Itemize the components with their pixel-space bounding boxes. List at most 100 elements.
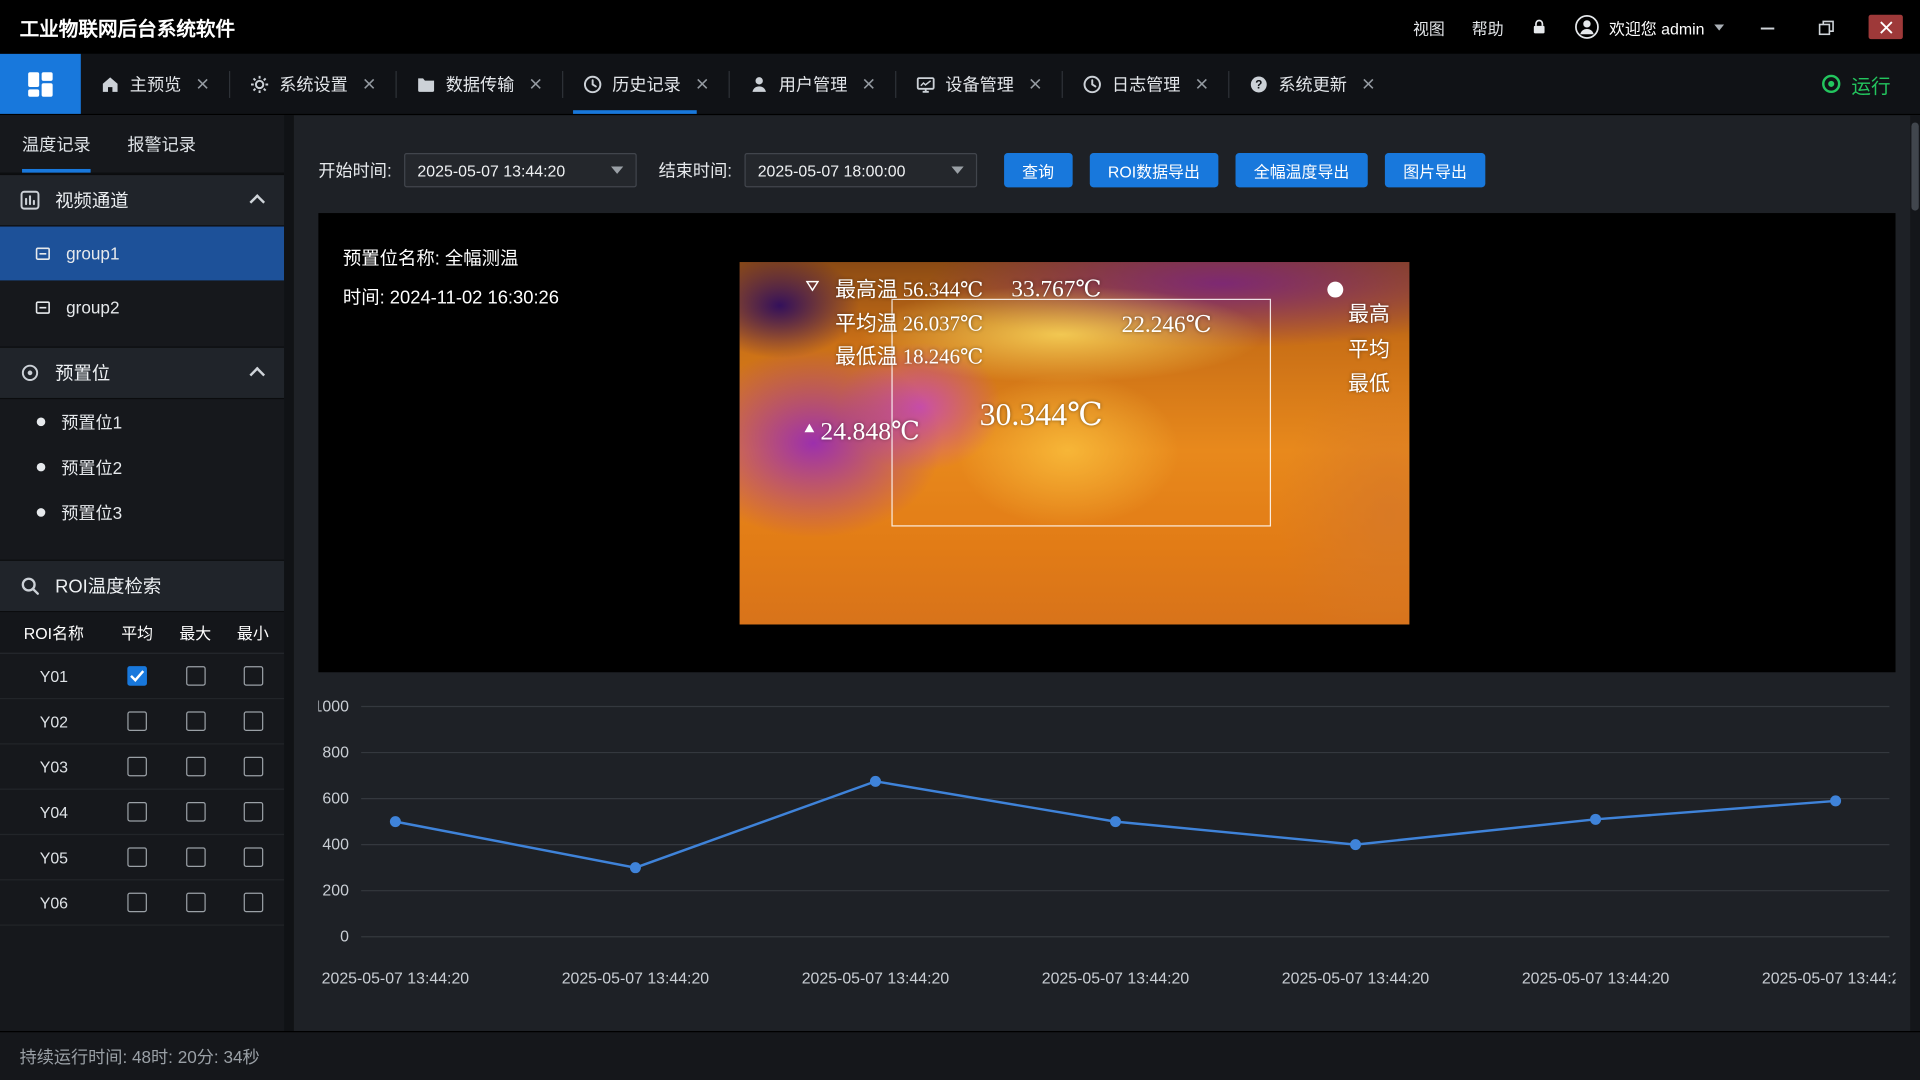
tab-close-icon[interactable] xyxy=(862,77,875,90)
scrollbar-thumb[interactable] xyxy=(1911,122,1918,210)
roi-max-checkbox[interactable] xyxy=(186,847,206,867)
roi-min-checkbox[interactable] xyxy=(243,893,263,913)
preset-item-2[interactable]: 预置位2 xyxy=(0,444,284,489)
menu-view[interactable]: 视图 xyxy=(1413,15,1445,38)
tab-list: 主预览 系统设置 数据传输 xyxy=(81,54,1395,114)
monitor-icon xyxy=(916,74,936,94)
statusbar: 持续运行时间: 48时: 20分: 34秒 xyxy=(0,1031,1920,1080)
restore-button[interactable] xyxy=(1810,15,1842,39)
roi-avg-checkbox[interactable] xyxy=(127,711,147,731)
query-toolbar: 开始时间: 2025-05-07 13:44:20 结束时间: 2025-05-… xyxy=(318,152,1895,189)
chevron-up-icon[interactable] xyxy=(249,194,265,210)
sidebar-tab-label: 温度记录 xyxy=(22,132,91,156)
run-status: 运行 xyxy=(1822,54,1920,114)
section-title: ROI温度检索 xyxy=(55,573,161,599)
tab-main-preview[interactable]: 主预览 xyxy=(81,54,229,114)
roi-avg-checkbox[interactable] xyxy=(127,893,147,913)
main-tabbar: 主预览 系统设置 数据传输 xyxy=(0,54,1920,115)
overlay-left-temp: 24.848℃ xyxy=(820,416,919,447)
tab-close-icon[interactable] xyxy=(1362,77,1375,90)
clock-icon xyxy=(1082,74,1102,94)
section-title: 预置位 xyxy=(55,360,110,386)
roi-min-checkbox[interactable] xyxy=(243,711,263,731)
tab-close-icon[interactable] xyxy=(362,77,375,90)
app-window: 工业物联网后台系统软件 视图 帮助 欢迎您 admin xyxy=(0,0,1920,1080)
svg-text:2025-05-07 13:44:20: 2025-05-07 13:44:20 xyxy=(1282,970,1430,987)
preset-item-3[interactable]: 预置位3 xyxy=(0,490,284,535)
tab-device-management[interactable]: 设备管理 xyxy=(896,54,1061,114)
svg-text:2025-05-07 13:44:20: 2025-05-07 13:44:20 xyxy=(1042,970,1190,987)
group-item-2[interactable]: group2 xyxy=(0,280,284,334)
section-roi-search[interactable]: ROI温度检索 xyxy=(0,560,284,613)
tab-close-icon[interactable] xyxy=(196,77,209,90)
query-button[interactable]: 查询 xyxy=(1004,153,1073,187)
roi-min-checkbox[interactable] xyxy=(243,757,263,777)
sidebar: 温度记录 报警记录 视频通道 group1 group2 xyxy=(0,115,284,1031)
titlebar: 工业物联网后台系统软件 视图 帮助 欢迎您 admin xyxy=(0,0,1920,54)
tab-data-transfer[interactable]: 数据传输 xyxy=(397,54,562,114)
table-row: Y02 xyxy=(0,699,284,744)
roi-max-checkbox[interactable] xyxy=(186,711,206,731)
minimize-button[interactable] xyxy=(1751,15,1783,39)
roi-min-checkbox[interactable] xyxy=(243,802,263,822)
image-export-button[interactable]: 图片导出 xyxy=(1385,153,1485,187)
grid-icon xyxy=(27,70,54,97)
tab-label: 历史记录 xyxy=(612,72,681,96)
uptime-label: 持续运行时间: 48时: 20分: 34秒 xyxy=(20,1044,260,1068)
roi-avg-checkbox[interactable] xyxy=(127,802,147,822)
app-logo[interactable] xyxy=(0,54,81,114)
full-temp-export-button[interactable]: 全幅温度导出 xyxy=(1235,153,1367,187)
tab-history[interactable]: 历史记录 xyxy=(563,54,728,114)
end-time-select[interactable]: 2025-05-07 18:00:00 xyxy=(744,153,977,187)
chevron-up-icon[interactable] xyxy=(249,367,265,383)
start-time-value: 2025-05-07 13:44:20 xyxy=(417,161,565,179)
roi-max-checkbox[interactable] xyxy=(186,893,206,913)
roi-min-checkbox[interactable] xyxy=(243,847,263,867)
tab-close-icon[interactable] xyxy=(1195,77,1208,90)
lock-icon[interactable] xyxy=(1531,17,1548,37)
start-time-select[interactable]: 2025-05-07 13:44:20 xyxy=(404,153,637,187)
svg-text:400: 400 xyxy=(322,837,349,854)
preset-item-1[interactable]: 预置位1 xyxy=(0,399,284,444)
question-circle-icon: ? xyxy=(1249,74,1269,94)
tab-log-management[interactable]: 日志管理 xyxy=(1063,54,1228,114)
folder-icon xyxy=(416,74,436,94)
tab-system-update[interactable]: ? 系统更新 xyxy=(1229,54,1394,114)
bar-chart-icon xyxy=(20,190,41,211)
section-preset[interactable]: 预置位 xyxy=(0,347,284,400)
menu-help[interactable]: 帮助 xyxy=(1472,15,1504,38)
start-time-label: 开始时间: xyxy=(318,158,391,182)
end-time-value: 2025-05-07 18:00:00 xyxy=(758,161,906,179)
roi-export-button[interactable]: ROI数据导出 xyxy=(1090,153,1219,187)
sidebar-tab-alarm[interactable]: 报警记录 xyxy=(127,115,196,173)
group-label: group1 xyxy=(66,244,119,264)
tab-close-icon[interactable] xyxy=(1029,77,1042,90)
end-time-label: 结束时间: xyxy=(659,158,732,182)
roi-min-checkbox[interactable] xyxy=(243,666,263,686)
close-button[interactable] xyxy=(1869,15,1903,39)
tab-user-management[interactable]: 用户管理 xyxy=(730,54,895,114)
group-item-1[interactable]: group1 xyxy=(0,227,284,281)
user-menu[interactable]: 欢迎您 admin xyxy=(1575,15,1724,39)
run-status-label: 运行 xyxy=(1851,69,1890,98)
search-icon xyxy=(20,576,41,597)
scrollbar[interactable] xyxy=(1910,115,1920,1031)
overlay-label-avg: 平均 xyxy=(1348,332,1390,363)
middle-area: 温度记录 报警记录 视频通道 group1 group2 xyxy=(0,115,1920,1031)
gear-icon xyxy=(250,74,270,94)
roi-max-checkbox[interactable] xyxy=(186,802,206,822)
tab-label: 系统更新 xyxy=(1278,72,1347,96)
tab-close-icon[interactable] xyxy=(529,77,542,90)
roi-avg-checkbox[interactable] xyxy=(127,666,147,686)
tab-system-settings[interactable]: 系统设置 xyxy=(230,54,395,114)
roi-avg-checkbox[interactable] xyxy=(127,847,147,867)
roi-max-checkbox[interactable] xyxy=(186,757,206,777)
overlay-max-temp: 最高温 56.344℃ xyxy=(835,272,983,303)
roi-avg-checkbox[interactable] xyxy=(127,757,147,777)
sidebar-tab-temperature[interactable]: 温度记录 xyxy=(22,115,91,173)
svg-text:1000: 1000 xyxy=(318,698,349,715)
tab-close-icon[interactable] xyxy=(696,77,709,90)
section-video-channel[interactable]: 视频通道 xyxy=(0,174,284,227)
thermal-image: 最高温 56.344℃ 33.767℃ 平均温 26.037℃ 22.246℃ … xyxy=(740,262,1410,624)
roi-max-checkbox[interactable] xyxy=(186,666,206,686)
